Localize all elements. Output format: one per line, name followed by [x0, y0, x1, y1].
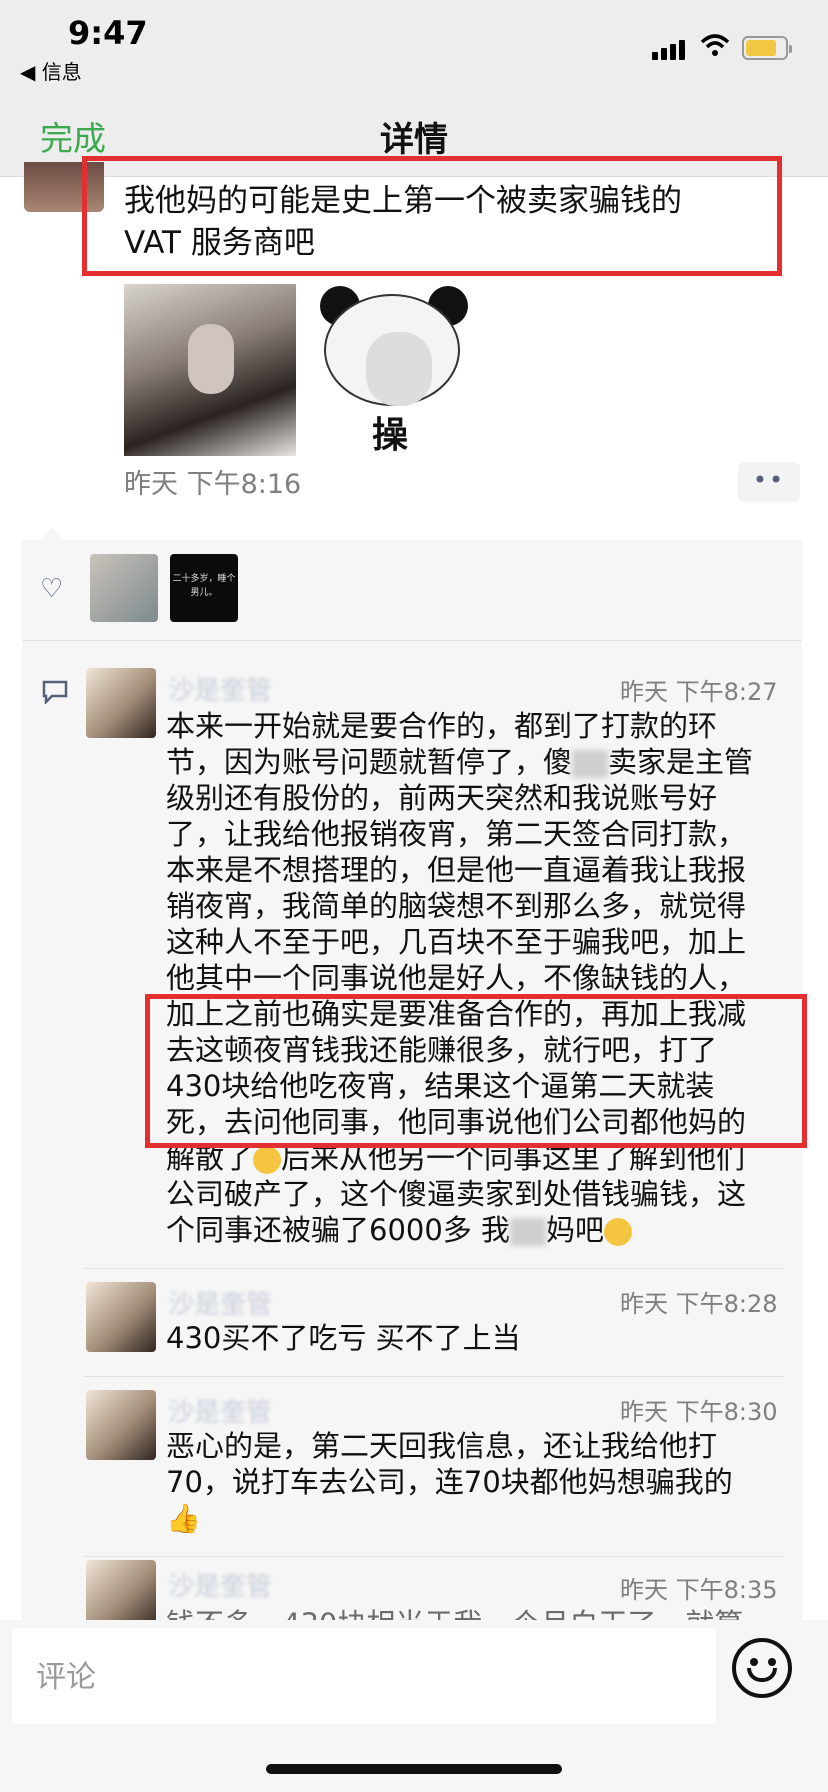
commenter-name[interactable]: 沙是奎管: [168, 1284, 272, 1321]
comment-line: 节，因为账号问题就暂停了，傻 卖家是主管: [166, 744, 788, 780]
commenter-avatar[interactable]: [86, 668, 156, 738]
comment-text: 本来一开始就是要合作的，都到了打款的环 节，因为账号问题就暂停了，傻 卖家是主管 …: [166, 708, 788, 1248]
smile-emoji-icon: [604, 1218, 633, 1246]
commenter-name[interactable]: 沙是奎管: [168, 1566, 272, 1603]
signal-icon: [652, 38, 688, 60]
emoji-eye: [750, 1658, 758, 1666]
comment-text: 恶心的是，第二天回我信息，还让我给他打 70，说打车去公司，连70块都他妈想骗我…: [166, 1428, 788, 1537]
comment-line-part: 节，因为账号问题就暂停了，傻: [166, 745, 573, 779]
comment-bubble-icon: [42, 680, 68, 710]
liker-avatar[interactable]: [90, 554, 158, 622]
commenter-avatar[interactable]: [86, 1282, 156, 1352]
home-indicator[interactable]: [266, 1764, 562, 1774]
comment-text: 430买不了吃亏 买不了上当: [166, 1321, 521, 1355]
comment-timestamp: 昨天 下午8:30: [620, 1398, 778, 1426]
panda-face: [366, 332, 432, 406]
liker-avatar[interactable]: 二十多岁，睡个男儿。: [170, 554, 238, 622]
post-timestamp: 昨天 下午8:16: [124, 469, 302, 500]
avatar-caption: 二十多岁，睡个男儿。: [172, 574, 236, 598]
status-time: 9:47: [68, 14, 148, 52]
comment-text: 钱不多，430块相当于我一个月白干了，就算: [166, 1606, 788, 1620]
comment-line: 本来是不想搭理的，但是他一直逼着我让我报: [166, 853, 747, 887]
comment-line-part: 妈吧: [546, 1213, 605, 1247]
comment-line: 了，让我给他报销夜宵，第二天签合同打款，: [166, 817, 747, 851]
divider: [84, 1268, 784, 1269]
back-to-app-link[interactable]: ◀ 信息: [20, 56, 82, 85]
more-options-button[interactable]: ••: [738, 462, 800, 502]
redaction: [572, 750, 609, 778]
comment-line: 恶心的是，第二天回我信息，还让我给他打: [166, 1429, 718, 1463]
emoji-button[interactable]: [732, 1638, 792, 1698]
comment-line: 公司破产了，这个傻逼卖家到处借钱骗钱，这: [166, 1177, 747, 1211]
panda-sticker-image[interactable]: 操: [316, 284, 472, 456]
comment-input[interactable]: [12, 1628, 698, 1726]
blurred-face: [188, 324, 234, 394]
divider: [84, 1556, 784, 1557]
commenter-avatar[interactable]: [86, 1390, 156, 1460]
comment-line: 级别还有股份的，前两天突然和我说账号好: [166, 781, 718, 815]
comment-line: 这种人不至于吧，几百块不至于骗我吧，加上: [166, 925, 747, 959]
commenter-name[interactable]: 沙是奎管: [168, 670, 272, 707]
comment-timestamp: 昨天 下午8:35: [620, 1576, 778, 1604]
panel-caret: [40, 528, 64, 540]
page-title: 详情: [380, 120, 448, 160]
comment-timestamp: 昨天 下午8:28: [620, 1290, 778, 1318]
divider: [84, 1376, 784, 1377]
comment-line-part: 卖家是主管: [608, 745, 754, 779]
comment-line: 他其中一个同事说他是好人，不像缺钱的人，: [166, 961, 747, 995]
comment-line-part: 个同事还被骗了6000多 我: [166, 1213, 511, 1247]
comment-line: 销夜宵，我简单的脑袋想不到那么多，就觉得: [166, 889, 747, 923]
emoji-eye: [768, 1658, 776, 1666]
wifi-icon: [700, 34, 730, 56]
comment-line: 70，说打车去公司，连70块都他妈想骗我的: [166, 1465, 733, 1499]
smile-emoji-icon: [253, 1146, 282, 1174]
emoji-mouth: [747, 1668, 777, 1682]
highlight-box: [145, 994, 807, 1148]
comment-line: 本来一开始就是要合作的，都到了打款的环: [166, 709, 718, 743]
redaction: [510, 1218, 547, 1246]
thumbs-up-emoji-icon: 👍: [166, 1502, 201, 1535]
comment-line: 个同事还被骗了6000多 我 妈吧: [166, 1212, 788, 1248]
comment-input-wrapper: [12, 1628, 716, 1726]
commenter-name[interactable]: 沙是奎管: [168, 1392, 272, 1429]
status-bar: 9:47 ◀ 信息: [0, 0, 828, 96]
divider: [22, 640, 802, 641]
sticker-caption: 操: [372, 415, 409, 456]
comment-timestamp: 昨天 下午8:27: [620, 678, 778, 706]
comment-line: 👍: [166, 1500, 788, 1537]
highlight-box: [82, 156, 782, 276]
post-photo[interactable]: [124, 284, 296, 456]
heart-outline-icon: ♡: [40, 574, 64, 604]
battery-icon: [742, 36, 792, 60]
panda-head: [324, 294, 460, 406]
